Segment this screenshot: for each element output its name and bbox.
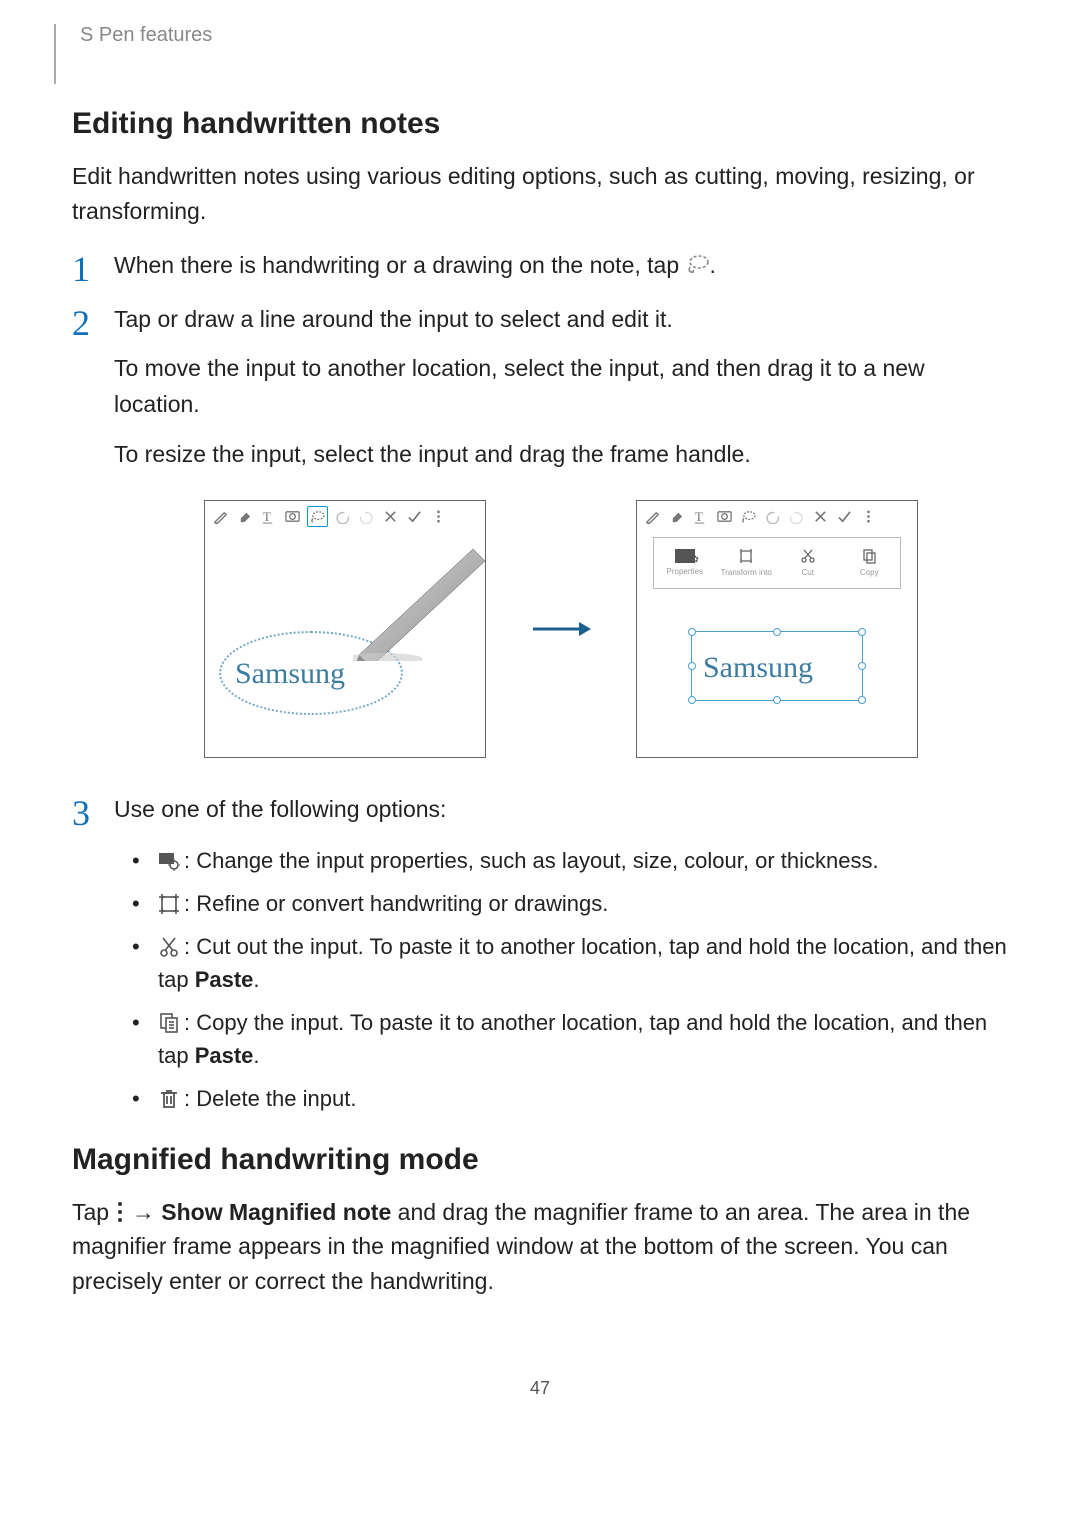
lasso-icon: [307, 506, 328, 527]
step-2-text-a: Tap or draw a line around the input to s…: [114, 302, 1008, 338]
step-3-text: Use one of the following options:: [114, 792, 1008, 828]
menu-transform: Transform into: [718, 548, 774, 579]
panel-toolbar-right: T: [637, 501, 917, 531]
properties-icon: [158, 850, 180, 872]
cut-icon: [158, 936, 180, 958]
step-3: Use one of the following options: : Chan…: [72, 792, 1008, 1115]
cut-icon: [800, 548, 816, 564]
undo-icon: [335, 509, 350, 524]
panel-toolbar-left: T: [205, 501, 485, 531]
menu-cut: Cut: [780, 548, 836, 579]
option-cut: : Cut out the input. To paste it to anot…: [114, 930, 1008, 996]
more-icon: [431, 509, 446, 524]
handwriting-sample-right: Samsung: [703, 645, 813, 692]
cancel-icon: [383, 509, 398, 524]
option-properties-text: : Change the input properties, such as l…: [184, 848, 879, 873]
handwriting-sample-left: Samsung: [235, 651, 345, 698]
check-icon: [837, 509, 852, 524]
properties-icon: [675, 549, 695, 563]
cancel-icon: [813, 509, 828, 524]
copy-icon: [861, 548, 877, 564]
copy-icon: [158, 1012, 180, 1034]
photo-icon: [285, 509, 300, 524]
option-transform: : Refine or convert handwriting or drawi…: [114, 887, 1008, 920]
menu-properties: Properties: [657, 549, 713, 578]
redo-icon: [359, 509, 374, 524]
step-2-text-b: To move the input to another location, s…: [114, 351, 1008, 422]
delete-icon: [158, 1088, 180, 1110]
svg-text:T: T: [695, 509, 703, 524]
section-heading-magnified: Magnified handwriting mode: [72, 1143, 1008, 1177]
lasso-select-icon: [686, 253, 710, 277]
redo-icon: [789, 509, 804, 524]
more-icon: [861, 509, 876, 524]
menu-copy-label: Copy: [860, 567, 879, 579]
lasso-icon: [741, 509, 756, 524]
option-delete: : Delete the input.: [114, 1082, 1008, 1115]
arrow-right-icon: [526, 619, 596, 639]
svg-text:T: T: [263, 509, 271, 524]
illustration-panel-right: T Properties: [636, 500, 918, 758]
page-number: 47: [72, 1378, 1008, 1399]
edit-context-menu: Properties Transform into Cut Copy: [653, 537, 901, 589]
option-delete-text: : Delete the input.: [184, 1086, 356, 1111]
menu-cut-label: Cut: [802, 567, 814, 579]
option-copy-paste: Paste: [195, 1043, 254, 1068]
step-1-text-post: .: [710, 252, 716, 278]
section-heading-editing: Editing handwritten notes: [72, 107, 1008, 141]
menu-copy: Copy: [841, 548, 897, 579]
option-copy-text-a: : Copy the input. To paste it to another…: [158, 1010, 987, 1068]
magnified-body-a: Tap: [72, 1199, 115, 1225]
option-copy-text-c: .: [253, 1043, 259, 1068]
photo-icon: [717, 509, 732, 524]
steps-list: When there is handwriting or a drawing o…: [72, 248, 1008, 1115]
breadcrumb: S Pen features: [72, 24, 1008, 47]
more-vertical-icon: [115, 1200, 125, 1224]
step-1-text-pre: When there is handwriting or a drawing o…: [114, 252, 686, 278]
text-icon: T: [261, 509, 276, 524]
menu-properties-label: Properties: [667, 566, 703, 578]
check-icon: [407, 509, 422, 524]
magnified-body-c: Show Magnified note: [161, 1199, 391, 1225]
stylus-icon: [353, 541, 493, 661]
transform-icon: [738, 548, 754, 564]
step-2-text-c: To resize the input, select the input an…: [114, 437, 1008, 473]
step-2: Tap or draw a line around the input to s…: [72, 302, 1008, 759]
option-copy: : Copy the input. To paste it to another…: [114, 1006, 1008, 1072]
option-transform-text: : Refine or convert handwriting or drawi…: [184, 891, 608, 916]
section-intro: Edit handwritten notes using various edi…: [72, 159, 1008, 228]
illustration-panel-left: T Samsung: [204, 500, 486, 758]
pen-icon: [213, 509, 228, 524]
option-properties: : Change the input properties, such as l…: [114, 844, 1008, 877]
pen-icon: [645, 509, 660, 524]
step-1: When there is handwriting or a drawing o…: [72, 248, 1008, 284]
undo-icon: [765, 509, 780, 524]
menu-transform-label: Transform into: [721, 567, 772, 579]
eraser-icon: [237, 509, 252, 524]
transform-icon: [158, 893, 180, 915]
option-cut-paste: Paste: [195, 967, 254, 992]
option-cut-text-c: .: [253, 967, 259, 992]
magnified-body-b: →: [125, 1199, 161, 1225]
option-cut-text-a: : Cut out the input. To paste it to anot…: [158, 934, 1007, 992]
illustration-row: T Samsung: [114, 500, 1008, 758]
eraser-icon: [669, 509, 684, 524]
text-icon: T: [693, 509, 708, 524]
magnified-body: Tap → Show Magnified note and drag the m…: [72, 1195, 1008, 1299]
side-rule: [54, 24, 56, 84]
